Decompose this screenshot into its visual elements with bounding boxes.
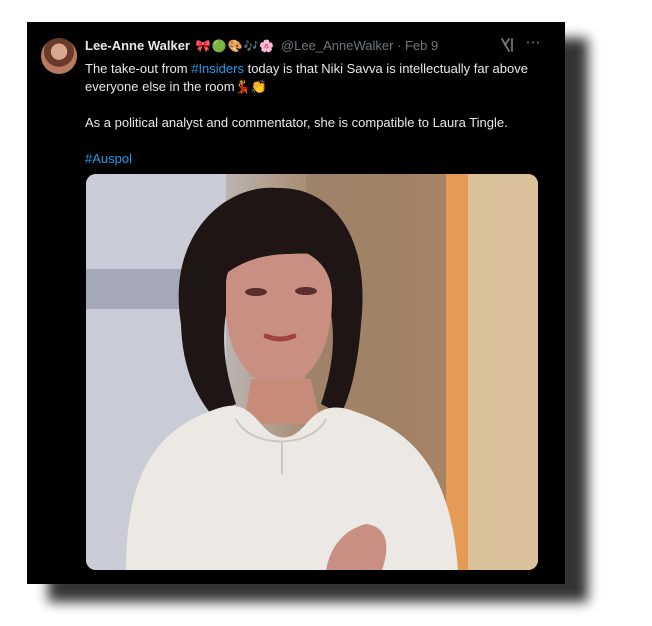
author-name[interactable]: Lee-Anne Walker [85, 38, 190, 53]
text-emojis: 💃👏 [234, 79, 267, 94]
tweet-text: The take-out from #Insiders today is tha… [85, 60, 553, 168]
header-separator: · [397, 38, 402, 53]
hashtag-auspol[interactable]: #Auspol [85, 151, 132, 166]
tweet-header: Lee-Anne Walker 🎀🟢🎨🎶🌸 @Lee_AnneWalker · … [85, 38, 545, 56]
author-emojis: 🎀🟢🎨🎶🌸 [195, 39, 276, 53]
tweet-photo [86, 174, 538, 570]
tweet-date[interactable]: Feb 9 [405, 38, 438, 53]
avatar[interactable] [41, 38, 77, 74]
tweet-image[interactable] [86, 174, 538, 570]
tweet-paragraph-1: The take-out from #Insiders today is tha… [85, 60, 553, 96]
author-handle[interactable]: @Lee_AnneWalker [281, 38, 393, 53]
tweet-card: Lee-Anne Walker 🎀🟢🎨🎶🌸 @Lee_AnneWalker · … [27, 22, 565, 584]
tweet-paragraph-2: As a political analyst and commentator, … [85, 115, 508, 130]
more-options-icon[interactable]: ⋯ [524, 33, 542, 51]
hashtag-insiders[interactable]: #Insiders [191, 61, 244, 76]
grok-icon[interactable] [498, 36, 516, 54]
text-part-1: The take-out from [85, 61, 192, 76]
